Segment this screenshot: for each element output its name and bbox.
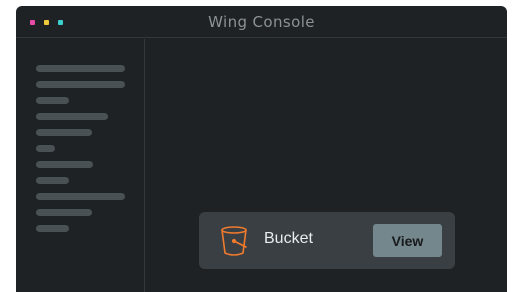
bucket-icon — [221, 226, 247, 256]
sidebar-skeleton — [16, 39, 145, 292]
title-bar: Wing Console — [16, 6, 507, 38]
skeleton-line — [36, 65, 125, 72]
resource-card[interactable]: Bucket View — [199, 212, 455, 269]
skeleton-line — [36, 177, 69, 184]
skeleton-line — [36, 81, 125, 88]
skeleton-line — [36, 97, 69, 104]
skeleton-line — [36, 145, 55, 152]
view-button[interactable]: View — [373, 224, 442, 257]
skeleton-line — [36, 193, 125, 200]
app-window: Wing Console Bucket View — [16, 6, 507, 292]
skeleton-line — [36, 113, 108, 120]
resource-label: Bucket — [264, 230, 313, 247]
skeleton-line — [36, 209, 92, 216]
window-title: Wing Console — [208, 13, 315, 31]
skeleton-line — [36, 129, 92, 136]
skeleton-line — [36, 161, 93, 168]
skeleton-line — [36, 225, 69, 232]
